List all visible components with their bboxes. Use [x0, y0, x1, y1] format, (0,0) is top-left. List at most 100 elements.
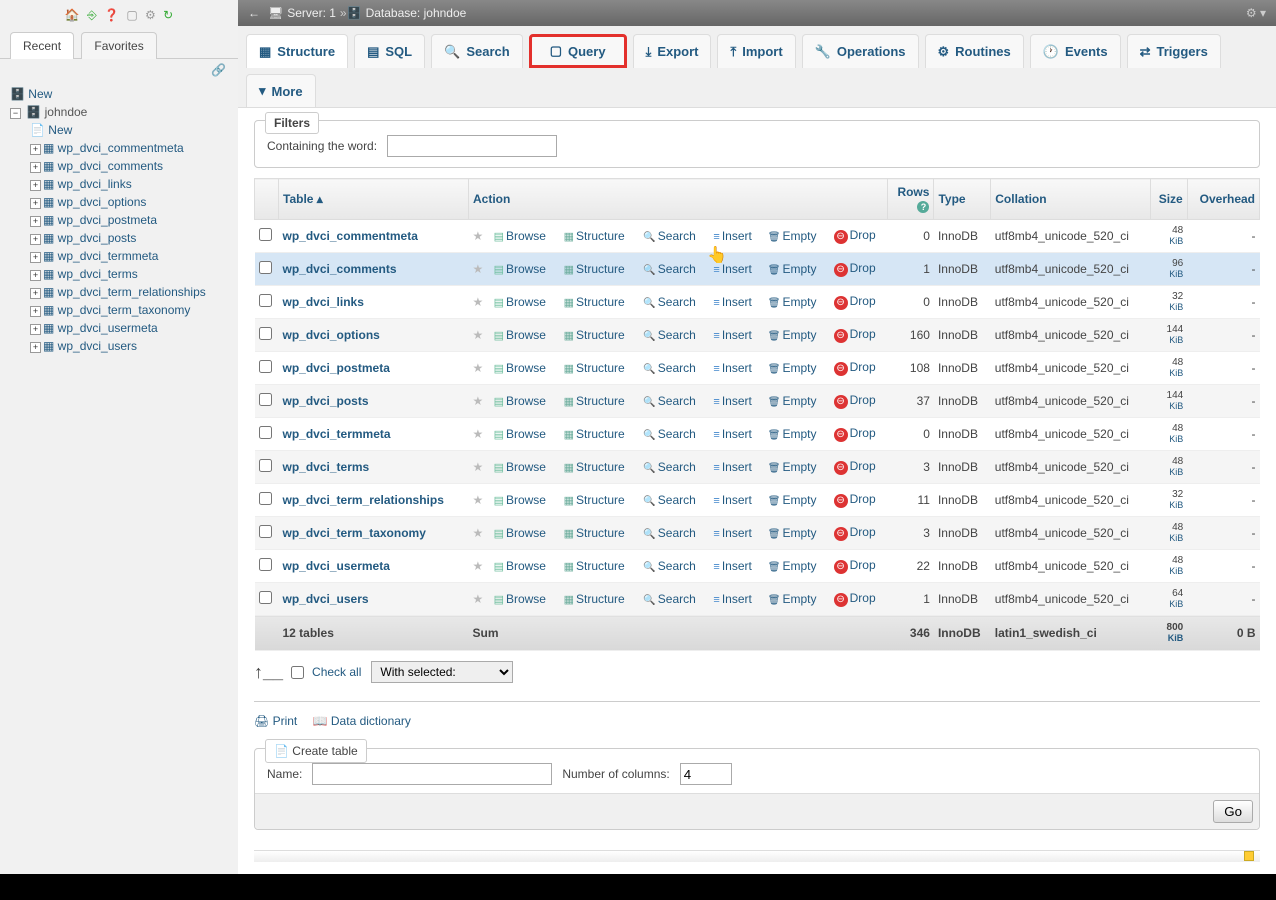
settings-icon[interactable]: ⚙	[145, 8, 156, 22]
drop-link[interactable]: Drop	[834, 393, 876, 407]
expand-icon[interactable]: +	[30, 216, 41, 227]
docs-icon[interactable]: ❓	[104, 8, 119, 22]
link-icon[interactable]: 🔗	[211, 63, 226, 77]
th-table[interactable]: Table ▴	[279, 179, 469, 220]
insert-link[interactable]: Insert	[713, 328, 751, 342]
row-checkbox[interactable]	[259, 327, 272, 340]
tab-import[interactable]: ⤒Import	[717, 34, 795, 68]
tree-table-item[interactable]: +▦ wp_dvci_options	[30, 193, 238, 211]
tab-events[interactable]: 🕐Events	[1030, 34, 1121, 68]
drop-link[interactable]: Drop	[834, 294, 876, 308]
bc-server[interactable]: Server: 1	[287, 6, 336, 20]
structure-link[interactable]: Structure	[564, 295, 625, 309]
expand-icon[interactable]: +	[30, 270, 41, 281]
search-link[interactable]: Search	[643, 526, 695, 540]
tab-triggers[interactable]: ⇄Triggers	[1127, 34, 1221, 68]
empty-link[interactable]: Empty	[768, 460, 817, 474]
row-checkbox[interactable]	[259, 459, 272, 472]
row-checkbox[interactable]	[259, 261, 272, 274]
browse-link[interactable]: Browse	[494, 427, 546, 441]
empty-link[interactable]: Empty	[768, 427, 817, 441]
tree-table-item[interactable]: +▦ wp_dvci_commentmeta	[30, 139, 238, 157]
reload-icon[interactable]: ↻	[163, 8, 173, 22]
browse-link[interactable]: Browse	[494, 295, 546, 309]
browse-link[interactable]: Browse	[494, 262, 546, 276]
expand-icon[interactable]: +	[30, 180, 41, 191]
drop-link[interactable]: Drop	[834, 492, 876, 506]
tree-table-item[interactable]: +▦ wp_dvci_term_taxonomy	[30, 301, 238, 319]
table-name-link[interactable]: wp_dvci_term_taxonomy	[283, 526, 426, 540]
table-name-link[interactable]: wp_dvci_posts	[283, 394, 369, 408]
gear-icon[interactable]: ⚙ ▾	[1246, 6, 1266, 20]
structure-link[interactable]: Structure	[564, 526, 625, 540]
row-checkbox[interactable]	[259, 360, 272, 373]
structure-link[interactable]: Structure	[564, 229, 625, 243]
tree-table-item[interactable]: +▦ wp_dvci_usermeta	[30, 319, 238, 337]
go-button[interactable]: Go	[1213, 800, 1253, 823]
table-name-link[interactable]: wp_dvci_term_relationships	[283, 493, 444, 507]
tree-table-item[interactable]: +▦ wp_dvci_links	[30, 175, 238, 193]
empty-link[interactable]: Empty	[768, 229, 817, 243]
home-icon[interactable]: 🏠	[65, 8, 80, 22]
row-checkbox[interactable]	[259, 558, 272, 571]
th-overhead[interactable]: Overhead	[1187, 179, 1259, 220]
table-name-link[interactable]: wp_dvci_users	[283, 592, 369, 606]
expand-icon[interactable]: +	[30, 306, 41, 317]
search-link[interactable]: Search	[643, 361, 695, 375]
drop-link[interactable]: Drop	[834, 327, 876, 341]
empty-link[interactable]: Empty	[768, 328, 817, 342]
empty-link[interactable]: Empty	[768, 592, 817, 606]
th-rows[interactable]: Rows?	[888, 179, 934, 220]
star-icon[interactable]: ★	[473, 328, 484, 342]
expand-icon[interactable]: +	[30, 234, 41, 245]
insert-link[interactable]: Insert	[713, 427, 751, 441]
drop-link[interactable]: Drop	[834, 525, 876, 539]
row-checkbox[interactable]	[259, 393, 272, 406]
tree-table-item[interactable]: +▦ wp_dvci_posts	[30, 229, 238, 247]
search-link[interactable]: Search	[643, 328, 695, 342]
drop-link[interactable]: Drop	[834, 591, 876, 605]
table-name-link[interactable]: wp_dvci_comments	[283, 262, 397, 276]
tree-db[interactable]: − 🗄️ johndoe	[10, 103, 238, 121]
insert-link[interactable]: Insert	[713, 361, 751, 375]
star-icon[interactable]: ★	[473, 262, 484, 276]
drop-link[interactable]: Drop	[834, 228, 876, 242]
tab-search[interactable]: 🔍Search	[431, 34, 523, 68]
tab-sql[interactable]: ▤SQL	[354, 34, 425, 68]
row-checkbox[interactable]	[259, 492, 272, 505]
table-name-link[interactable]: wp_dvci_links	[283, 295, 364, 309]
drop-link[interactable]: Drop	[834, 426, 876, 440]
drop-link[interactable]: Drop	[834, 459, 876, 473]
filter-input[interactable]	[387, 135, 557, 157]
console-icon[interactable]	[1244, 851, 1254, 861]
browse-link[interactable]: Browse	[494, 229, 546, 243]
drop-link[interactable]: Drop	[834, 558, 876, 572]
empty-link[interactable]: Empty	[768, 262, 817, 276]
structure-link[interactable]: Structure	[564, 460, 625, 474]
expand-icon[interactable]: +	[30, 252, 41, 263]
search-link[interactable]: Search	[643, 460, 695, 474]
info-icon[interactable]: ?	[917, 201, 929, 213]
insert-link[interactable]: Insert	[713, 559, 751, 573]
ct-name-input[interactable]	[312, 763, 552, 785]
search-link[interactable]: Search	[643, 295, 695, 309]
with-selected-dropdown[interactable]: With selected:	[371, 661, 513, 683]
insert-link[interactable]: Insert	[713, 493, 751, 507]
browse-link[interactable]: Browse	[494, 592, 546, 606]
search-link[interactable]: Search	[643, 427, 695, 441]
tree-new-db[interactable]: 🗄️ New	[10, 85, 238, 103]
drop-link[interactable]: Drop	[834, 360, 876, 374]
structure-link[interactable]: Structure	[564, 361, 625, 375]
star-icon[interactable]: ★	[473, 559, 484, 573]
browse-link[interactable]: Browse	[494, 361, 546, 375]
expand-icon[interactable]: +	[30, 162, 41, 173]
table-name-link[interactable]: wp_dvci_commentmeta	[283, 229, 418, 243]
insert-link[interactable]: Insert	[713, 460, 751, 474]
structure-link[interactable]: Structure	[564, 592, 625, 606]
search-link[interactable]: Search	[643, 262, 695, 276]
search-link[interactable]: Search	[643, 592, 695, 606]
browse-link[interactable]: Browse	[494, 526, 546, 540]
data-dict-link[interactable]: 📖 Data dictionary	[313, 714, 411, 728]
tab-query[interactable]: ▢Query	[529, 34, 627, 68]
structure-link[interactable]: Structure	[564, 427, 625, 441]
